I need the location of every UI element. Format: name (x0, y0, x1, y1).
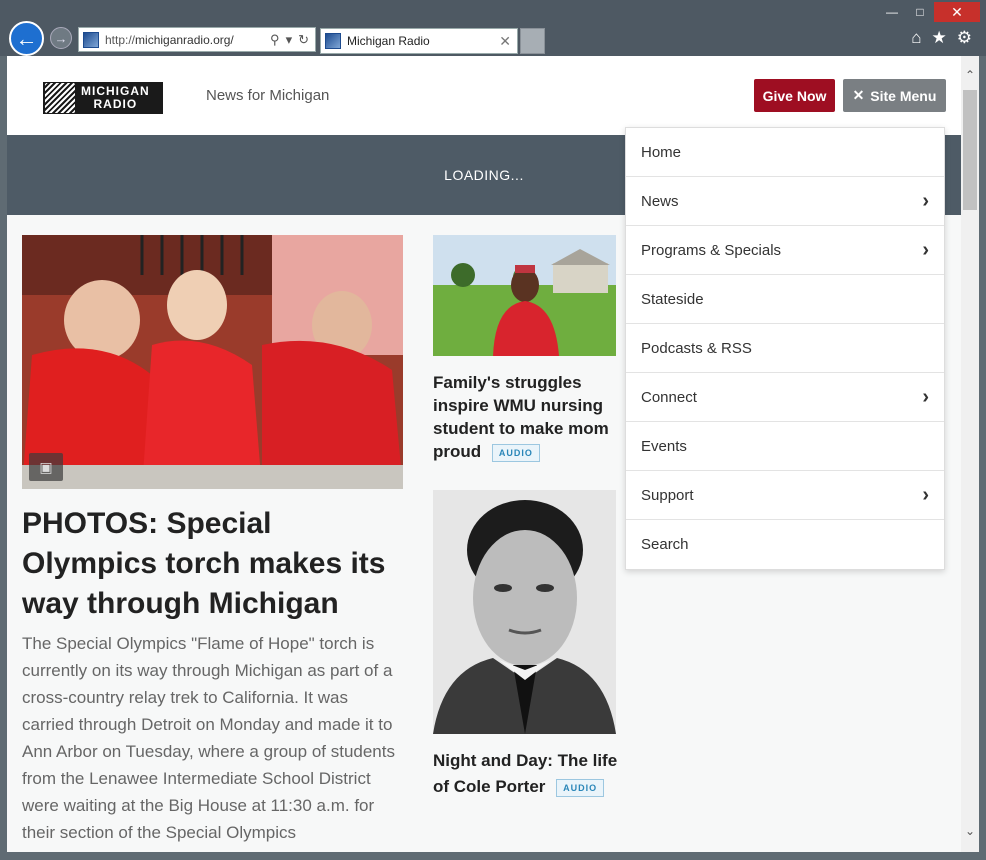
minimize-icon[interactable]: — (878, 2, 906, 22)
site-menu-button[interactable]: ✕ Site Menu (843, 79, 946, 112)
url-host: michiganradio.org/ (135, 32, 234, 47)
menu-item-news[interactable]: News › (626, 177, 944, 226)
scroll-down-icon[interactable]: ⌄ (961, 822, 979, 840)
menu-item-programs-specials[interactable]: Programs & Specials › (626, 226, 944, 275)
refresh-icon[interactable]: ↻ (298, 32, 309, 48)
story-image-cole-porter[interactable] (433, 490, 616, 734)
site-header: MICHIGAN RADIO News for Michigan Give No… (7, 56, 961, 135)
menu-item-label: News (641, 192, 679, 210)
chevron-right-icon[interactable]: › (922, 484, 929, 507)
back-icon[interactable]: ← (9, 21, 44, 56)
favorites-star-icon[interactable]: ★ (932, 28, 947, 48)
audio-badge: AUDIO (491, 443, 540, 462)
story-headline-wmu[interactable]: Family's struggles inspire WMU nursing s… (433, 371, 623, 463)
logo-line2: RADIO (93, 97, 138, 111)
site-logo[interactable]: MICHIGAN RADIO (43, 82, 163, 114)
story-headline-cole-porter[interactable]: Night and Day: The life of Cole Porter A… (433, 748, 628, 800)
new-tab-button[interactable] (520, 28, 545, 54)
tab-title: Michigan Radio (347, 34, 430, 48)
home-icon[interactable]: ⌂ (911, 28, 921, 48)
forward-icon[interactable]: → (50, 27, 72, 49)
window-controls: — □ ✕ (878, 2, 980, 22)
site-tagline: News for Michigan (206, 87, 330, 104)
audio-badge: AUDIO (556, 778, 605, 797)
story-image-wmu[interactable] (433, 235, 616, 356)
gallery-icon[interactable]: ▣ (29, 453, 63, 481)
settings-gear-icon[interactable]: ⚙ (957, 28, 972, 48)
chevron-right-icon[interactable]: › (922, 386, 929, 409)
menu-item-home[interactable]: Home (626, 128, 944, 177)
menu-item-connect[interactable]: Connect › (626, 373, 944, 422)
scroll-up-icon[interactable]: ⌃ (961, 66, 979, 84)
close-icon[interactable]: ✕ (934, 2, 980, 22)
menu-item-search[interactable]: Search (626, 520, 944, 569)
browser-chrome: — □ ✕ ← → http://michiganradio.org/ ⚲ ▾ … (0, 0, 986, 56)
menu-item-events[interactable]: Events (626, 422, 944, 471)
chevron-right-icon[interactable]: › (922, 190, 929, 213)
logo-text: MICHIGAN RADIO (81, 85, 150, 111)
menu-item-stateside[interactable]: Stateside (626, 275, 944, 324)
menu-item-label: Stateside (641, 290, 704, 308)
logo-mark-icon (45, 83, 75, 113)
address-bar[interactable]: http://michiganradio.org/ ⚲ ▾ ↻ (78, 27, 316, 52)
loading-text: LOADING... (444, 167, 524, 183)
tab-favicon-icon (325, 33, 341, 49)
search-icon[interactable]: ⚲ (270, 32, 280, 48)
lead-summary: The Special Olympics "Flame of Hope" tor… (22, 634, 395, 842)
menu-item-label: Support (641, 486, 694, 504)
chevron-down-icon[interactable]: ▾ (286, 32, 293, 48)
menu-item-label: Events (641, 437, 687, 455)
maximize-icon[interactable]: □ (906, 2, 934, 22)
site-menu-dropdown: Home News › Programs & Specials › States… (625, 127, 945, 570)
scroll-thumb[interactable] (963, 90, 977, 210)
vertical-scrollbar[interactable]: ⌃ ⌄ (961, 56, 979, 852)
menu-item-label: Podcasts & RSS (641, 339, 752, 357)
url-prefix: http:// (105, 32, 136, 47)
give-now-button[interactable]: Give Now (754, 79, 835, 112)
close-menu-icon: ✕ (852, 87, 865, 103)
story-photo-cole-porter (433, 490, 616, 734)
logo-line1: MICHIGAN (81, 84, 150, 98)
lead-photo (22, 235, 403, 489)
browser-tab[interactable]: Michigan Radio ✕ (320, 28, 518, 54)
site-menu-label: Site Menu (870, 87, 937, 104)
site-favicon-icon (83, 31, 99, 48)
browser-tools: ⌂ ★ ⚙ (911, 28, 972, 48)
lead-story-image[interactable]: ▣ (22, 235, 403, 489)
lead-headline[interactable]: PHOTOS: Special Olympics torch makes its… (22, 504, 402, 624)
chevron-right-icon[interactable]: › (922, 239, 929, 262)
menu-item-podcasts-rss[interactable]: Podcasts & RSS (626, 324, 944, 373)
menu-item-label: Connect (641, 388, 697, 406)
page-viewport: MICHIGAN RADIO News for Michigan Give No… (7, 56, 961, 852)
tab-close-icon[interactable]: ✕ (499, 33, 511, 50)
menu-item-label: Home (641, 143, 682, 161)
menu-item-support[interactable]: Support › (626, 471, 944, 520)
story-photo-wmu (433, 235, 616, 356)
address-url[interactable]: http://michiganradio.org/ (105, 33, 270, 47)
menu-item-label: Search (641, 536, 689, 553)
menu-item-label: Programs & Specials (641, 241, 782, 259)
